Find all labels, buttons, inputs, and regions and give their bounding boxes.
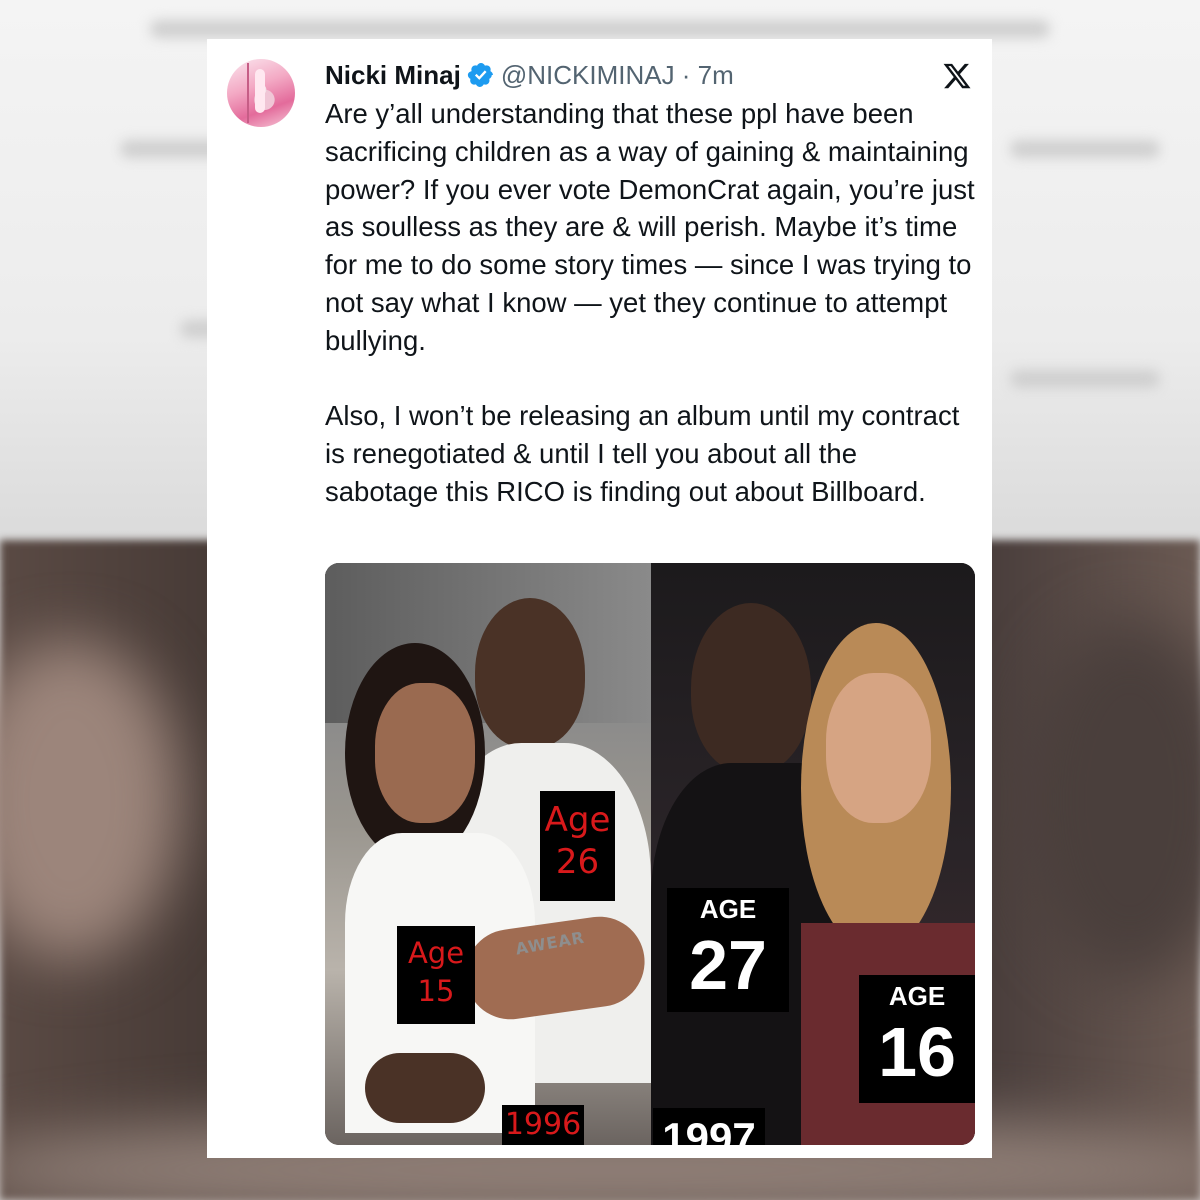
age-label-27: AGE 27: [667, 888, 789, 1012]
tweet-paragraph-1: Are y’all understanding that these ppl h…: [325, 98, 983, 356]
background-blur-line: [1010, 140, 1160, 158]
photo-man-head: [475, 598, 585, 748]
avatar[interactable]: [227, 59, 295, 127]
tweet-paragraph-2: Also, I won’t be releasing an album unti…: [325, 400, 967, 507]
background-blur-line: [1010, 370, 1160, 388]
tweet-text: Are y’all understanding that these ppl h…: [325, 95, 975, 511]
year-label-1997: 1997: [653, 1108, 765, 1145]
tweet-header: Nicki Minaj @NICKIMINAJ · 7m: [325, 57, 734, 93]
photo-woman-face: [826, 673, 931, 823]
tweet-card[interactable]: Nicki Minaj @NICKIMINAJ · 7m Are y’all u…: [207, 39, 992, 1158]
photo-man-head: [691, 603, 811, 773]
age-label-word: Age: [544, 800, 611, 840]
photo-woman-face: [375, 683, 475, 823]
avatar-pole: [247, 63, 249, 123]
year-text: 1996: [504, 1107, 582, 1142]
age-label-26: Age 26: [540, 791, 615, 901]
year-label-1996: 1996: [502, 1105, 584, 1145]
age-label-word: AGE: [699, 894, 757, 924]
x-logo-icon[interactable]: [942, 61, 972, 91]
year-text: 1997: [662, 1114, 756, 1145]
avatar-figure: [255, 69, 265, 113]
age-label-16: AGE 16: [859, 975, 975, 1103]
age-label-word: AGE: [888, 981, 946, 1011]
age-label-word: Age: [407, 936, 465, 970]
verified-badge-icon: [467, 63, 493, 87]
age-label-15: Age 15: [397, 926, 475, 1024]
age-label-number: 15: [417, 974, 455, 1008]
tweet-media-image[interactable]: AWEAR Age 26 Age 15 1996 AGE 27 AGE 16 1…: [325, 563, 975, 1145]
age-label-number: 27: [689, 926, 767, 1004]
age-label-number: 16: [878, 1013, 956, 1091]
background-blur-line: [150, 20, 1050, 38]
handle-and-time[interactable]: @NICKIMINAJ · 7m: [501, 60, 734, 91]
author-name[interactable]: Nicki Minaj: [325, 60, 461, 91]
age-label-number: 26: [555, 842, 600, 882]
photo-man-hand: [365, 1053, 485, 1123]
